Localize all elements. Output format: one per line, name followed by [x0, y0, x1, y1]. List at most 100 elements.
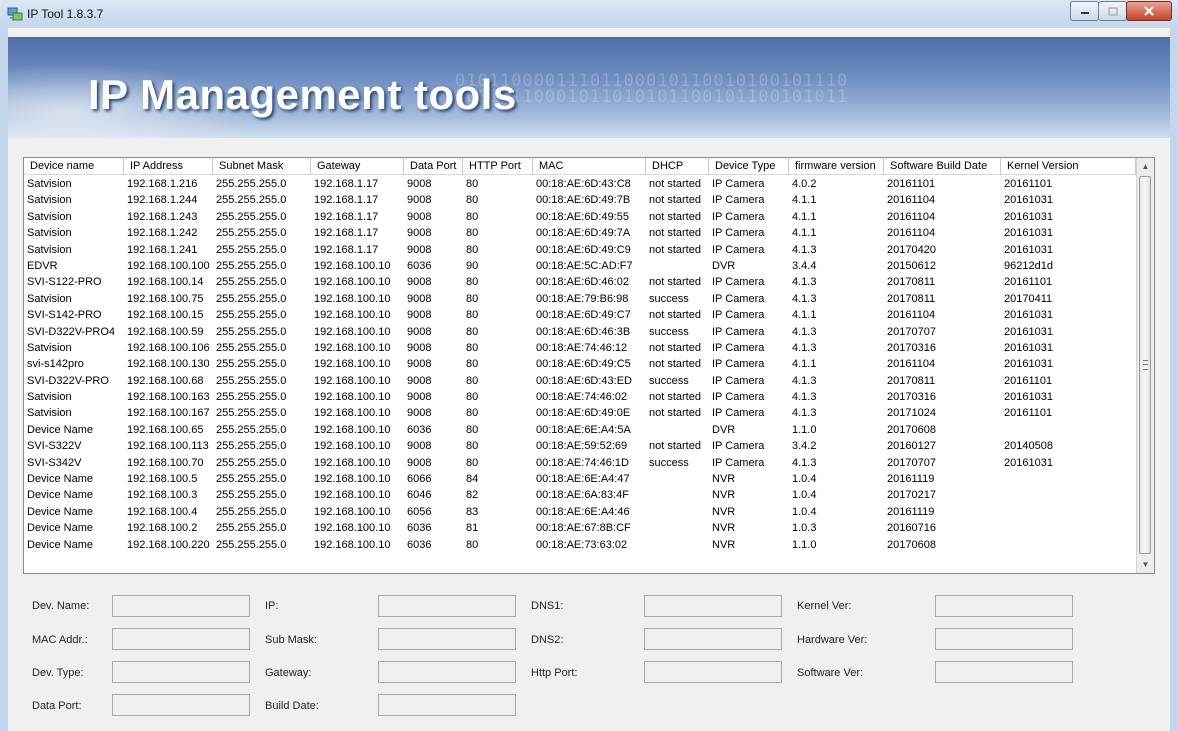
device-table[interactable]: Device name IP Address Subnet Mask Gateway D… [23, 157, 1155, 574]
table-cell: 192.168.100.5 [127, 473, 198, 486]
table-cell: 255.255.255.0 [216, 358, 287, 371]
dev-type-field[interactable] [112, 661, 250, 683]
scroll-up-icon[interactable]: ▲ [1137, 158, 1154, 175]
title-bar[interactable]: IP Tool 1.8.3.7 [0, 0, 1178, 28]
table-row[interactable]: Satvision 192.168.100.106 255.255.255.0 192… [24, 340, 1136, 356]
table-cell: not started [649, 210, 701, 223]
column-header[interactable]: Device Type [709, 158, 789, 175]
table-cell: 00:18:AE:6D:43:C8 [536, 178, 631, 190]
column-header[interactable]: Software Build Date [884, 158, 1001, 175]
table-cell: IP Camera [712, 374, 765, 387]
table-cell: 6046 [407, 489, 432, 502]
table-cell: 00:18:AE:5C:AD:F7 [536, 259, 633, 272]
build-date-field[interactable] [378, 694, 516, 716]
table-row[interactable]: SVI-S322V 192.168.100.113 255.255.255.0 192… [24, 438, 1136, 454]
table-cell: 255.255.255.0 [216, 374, 287, 387]
table-cell: IP Camera [712, 358, 765, 371]
table-cell: 00:18:AE:74:46:12 [536, 341, 628, 354]
scroll-down-icon[interactable]: ▼ [1137, 556, 1154, 573]
column-header[interactable]: DHCP [646, 158, 709, 175]
table-cell: 20161031 [1004, 227, 1053, 240]
column-header[interactable]: Subnet Mask [213, 158, 311, 175]
table-cell: 20161104 [887, 227, 936, 240]
table-row[interactable]: Device Name 192.168.100.220 255.255.255.0 1… [24, 537, 1136, 553]
table-cell: 4.1.1 [792, 194, 817, 207]
column-header[interactable]: MAC [533, 158, 646, 175]
table-row[interactable]: svi-s142pro 192.168.100.130 255.255.255.0 1… [24, 356, 1136, 372]
sub-mask-field[interactable] [378, 628, 516, 650]
table-row[interactable]: Device Name 192.168.100.2 255.255.255.0 192… [24, 520, 1136, 536]
table-row[interactable]: Satvision 192.168.1.241 255.255.255.0 192.1… [24, 242, 1136, 258]
table-cell: 255.255.255.0 [216, 456, 287, 469]
scroll-thumb[interactable] [1139, 176, 1151, 554]
table-cell: 192.168.100.4 [127, 505, 198, 518]
table-cell: 192.168.1.243 [127, 210, 198, 223]
table-row[interactable]: Satvision 192.168.1.243 255.255.255.0 192.1… [24, 209, 1136, 225]
table-cell: 80 [466, 374, 479, 387]
table-row[interactable]: SVI-S142-PRO 192.168.100.15 255.255.255.0 1… [24, 307, 1136, 323]
table-row[interactable]: SVI-D322V-PRO4 192.168.100.59 255.255.255.… [24, 324, 1136, 340]
table-cell: not started [649, 227, 701, 240]
table-cell: SVI-S342V [27, 456, 82, 469]
table-cell: 20140508 [1004, 440, 1053, 453]
table-row[interactable]: Satvision 192.168.100.167 255.255.255.0 192… [24, 405, 1136, 421]
column-header[interactable]: HTTP Port [463, 158, 533, 175]
table-row[interactable]: Satvision 192.168.1.216 255.255.255.0 192.1… [24, 176, 1136, 192]
maximize-button[interactable] [1098, 1, 1127, 21]
table-row[interactable]: Satvision 192.168.1.244 255.255.255.0 192.1… [24, 192, 1136, 208]
table-cell: 192.168.100.10 [314, 440, 391, 453]
table-row[interactable]: Satvision 192.168.100.163 255.255.255.0 192… [24, 389, 1136, 405]
table-row[interactable]: Device Name 192.168.100.65 255.255.255.0 19… [24, 422, 1136, 438]
table-cell: 96212d1d [1004, 259, 1053, 272]
table-cell: 9008 [407, 292, 432, 305]
table-row[interactable]: Device Name 192.168.100.5 255.255.255.0 192… [24, 471, 1136, 487]
table-row[interactable]: SVI-S342V 192.168.100.70 255.255.255.0 192.… [24, 455, 1136, 471]
kernel-ver-field[interactable] [935, 595, 1073, 617]
column-header[interactable]: Kernel Version [1001, 158, 1136, 175]
table-row[interactable]: Satvision 192.168.100.75 255.255.255.0 192.… [24, 291, 1136, 307]
table-cell: 192.168.100.70 [127, 456, 204, 469]
vertical-scrollbar[interactable]: ▲ ▼ [1136, 158, 1154, 573]
table-cell [1001, 471, 1136, 487]
table-cell: 80 [466, 194, 479, 207]
column-header[interactable]: Device name [24, 158, 124, 175]
table-cell: 20161031 [1004, 325, 1053, 338]
table-cell: 20170707 [887, 456, 936, 469]
table-row[interactable]: SVI-S122-PRO 192.168.100.14 255.255.255.0 1… [24, 274, 1136, 290]
table-cell: 1.0.4 [792, 489, 817, 502]
http-port-field[interactable] [644, 661, 782, 683]
table-cell: 20170608 [887, 538, 936, 551]
table-row[interactable]: Satvision 192.168.1.242 255.255.255.0 192.1… [24, 225, 1136, 241]
table-cell: 192.168.100.10 [314, 276, 391, 289]
table-cell: 80 [466, 243, 479, 256]
table-cell: IP Camera [712, 309, 765, 322]
gateway-field[interactable] [378, 661, 516, 683]
table-row[interactable]: SVI-D322V-PRO 192.168.100.68 255.255.255.0… [24, 373, 1136, 389]
column-header[interactable]: IP Address [124, 158, 213, 175]
mac-addr-field[interactable] [112, 628, 250, 650]
column-header[interactable]: Data Port [404, 158, 463, 175]
table-cell: IP Camera [712, 292, 765, 305]
column-header[interactable]: firmware version [789, 158, 884, 175]
table-cell: 192.168.100.10 [314, 473, 391, 486]
table-cell: 9008 [407, 309, 432, 322]
dev-name-field[interactable] [112, 595, 250, 617]
table-cell: 9008 [407, 325, 432, 338]
dns2-field[interactable] [644, 628, 782, 650]
table-cell: 80 [466, 210, 479, 223]
column-header[interactable]: Gateway [311, 158, 404, 175]
close-button[interactable] [1126, 1, 1172, 21]
table-row[interactable]: Device Name 192.168.100.4 255.255.255.0 192… [24, 504, 1136, 520]
table-row[interactable]: Device Name 192.168.100.3 255.255.255.0 192… [24, 487, 1136, 503]
table-row[interactable]: EDVR 192.168.100.100 255.255.255.0 192.168.… [24, 258, 1136, 274]
minimize-button[interactable] [1070, 1, 1099, 21]
ip-field[interactable] [378, 595, 516, 617]
table-cell: 192.168.100.10 [314, 259, 391, 272]
table-cell: 20150612 [887, 259, 936, 272]
dns1-field[interactable] [644, 595, 782, 617]
hardware-ver-field[interactable] [935, 628, 1073, 650]
data-port-field[interactable] [112, 694, 250, 716]
table-cell: not started [649, 407, 701, 420]
software-ver-field[interactable] [935, 661, 1073, 683]
table-cell: SVI-D322V-PRO4 [27, 325, 116, 338]
